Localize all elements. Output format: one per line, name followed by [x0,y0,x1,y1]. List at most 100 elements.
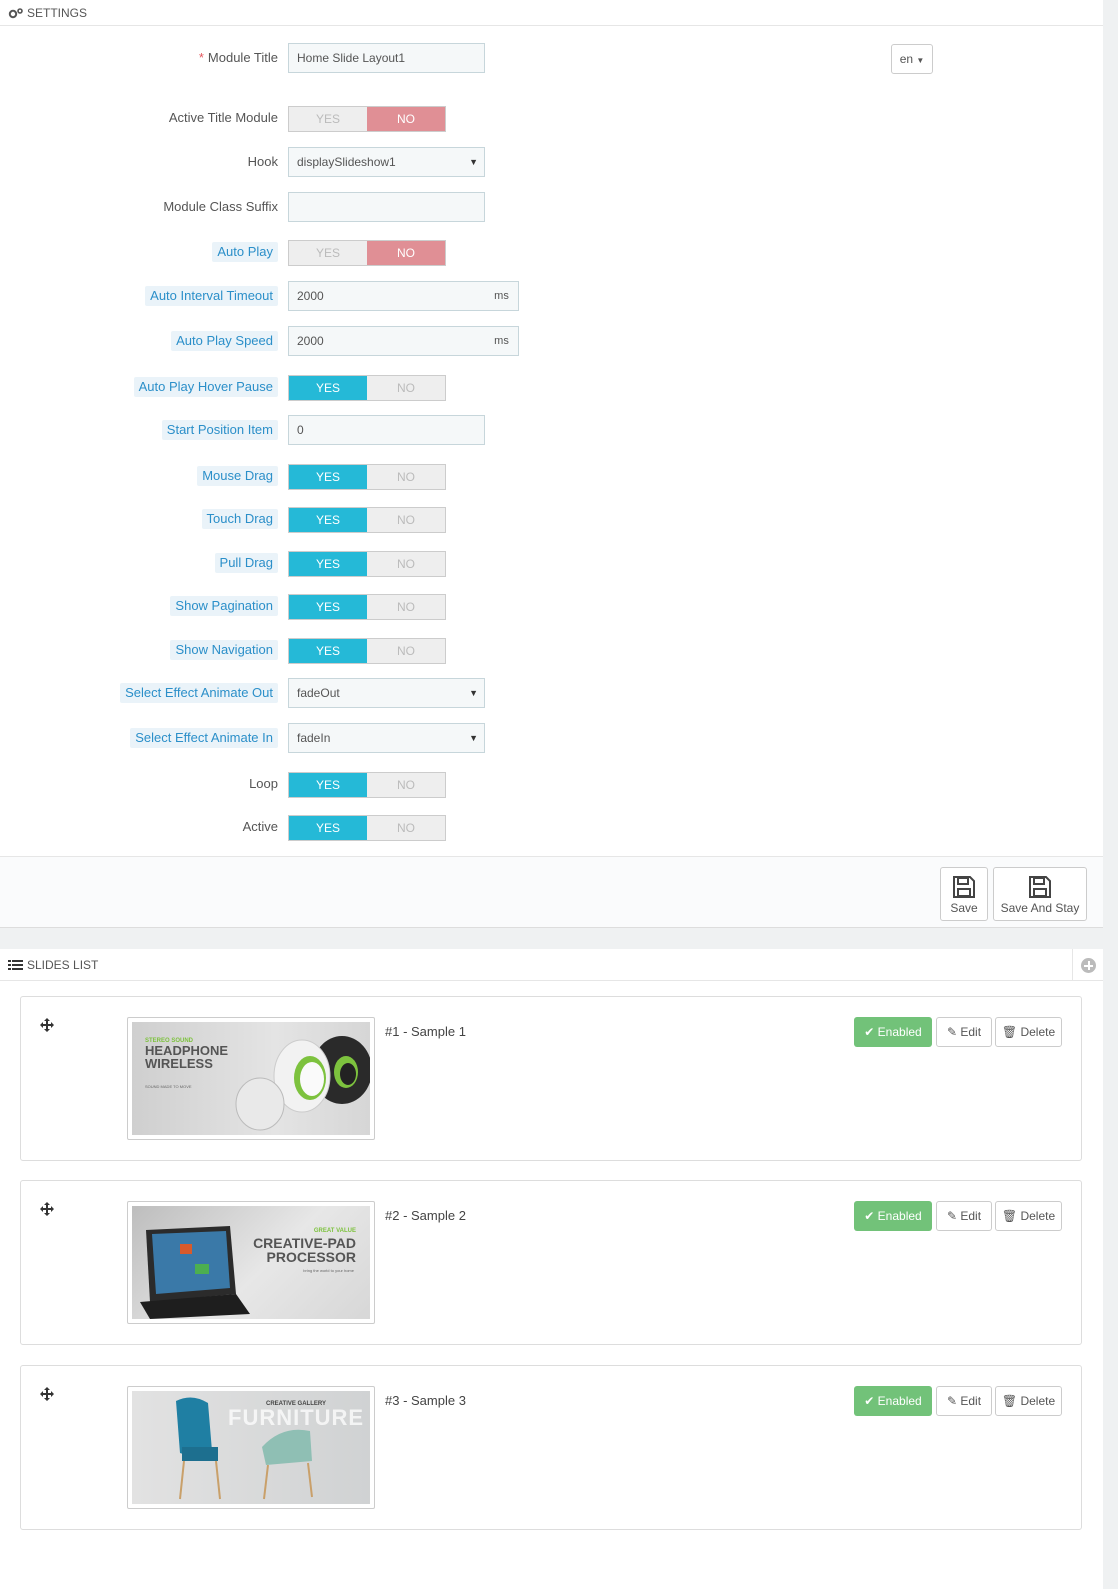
select-effect-animate-out-label: Select Effect Animate Out [120,683,278,703]
switch-no[interactable]: NO [367,773,445,797]
select-effect-animate-in-label: Select Effect Animate In [130,728,278,748]
select-effect-animate-in-select[interactable]: fadeIn ▼ [288,723,485,753]
enabled-button[interactable]: ✔ Enabled [854,1201,932,1231]
settings-heading-text: SETTINGS [27,5,88,20]
hook-label: Hook [247,154,278,169]
add-slide-icon[interactable] [1081,958,1096,973]
row-touch-drag: Touch Drag YES NO [0,503,1103,535]
row-loop: Loop YES NO [0,768,1103,800]
select-caret-icon: ▼ [469,733,478,743]
switch-yes[interactable]: YES [289,107,367,131]
auto-play-hover-pause-switch[interactable]: YES NO [288,375,446,401]
trash-icon: 🗑 [1001,1209,1018,1223]
auto-play-label: Auto Play [212,242,278,262]
start-position-item-input[interactable]: 0 [288,415,485,445]
list-icon [8,959,23,970]
switch-no[interactable]: NO [367,465,445,489]
chairs-graphic [176,1397,313,1500]
show-navigation-switch[interactable]: YES NO [288,638,446,664]
module-class-suffix-label: Module Class Suffix [163,199,278,214]
loop-switch[interactable]: YES NO [288,772,446,798]
delete-button[interactable]: 🗑 Delete [995,1201,1062,1231]
headphone-graphic [235,1036,370,1131]
move-handle-icon[interactable] [40,1202,54,1216]
slide-item: FURNITURE CREATIVE GALLERY #3 - Sample 3… [20,1365,1082,1530]
switch-no[interactable]: NO [367,552,445,576]
mouse-drag-switch[interactable]: YES NO [288,464,446,490]
row-auto-play-hover-pause: Auto Play Hover Pause YES NO [0,371,1103,403]
language-dropdown[interactable]: en ▼ [891,44,933,74]
edit-icon: ✎ [946,1025,958,1039]
switch-no[interactable]: NO [367,639,445,663]
select-caret-icon: ▼ [469,157,478,167]
ms-addon: ms [485,281,519,311]
touch-drag-switch[interactable]: YES NO [288,507,446,533]
slide-item: GREAT VALUE CREATIVE-PAD PROCESSOR bring … [20,1180,1082,1345]
enabled-button[interactable]: ✔ Enabled [854,1017,932,1047]
edit-button[interactable]: ✎ Edit [936,1386,992,1416]
save-and-stay-button[interactable]: Save And Stay [993,867,1087,921]
show-pagination-switch[interactable]: YES NO [288,594,446,620]
switch-yes[interactable]: YES [289,241,367,265]
slide-thumbnail: FURNITURE CREATIVE GALLERY [127,1386,375,1509]
switch-no[interactable]: NO [367,241,445,265]
switch-no[interactable]: NO [367,595,445,619]
switch-no[interactable]: NO [367,107,445,131]
save-and-stay-label: Save And Stay [1000,901,1080,915]
hook-select[interactable]: displaySlideshow1 ▼ [288,147,485,177]
module-class-suffix-input[interactable] [288,192,485,222]
slide-thumbnail: STEREO SOUND HEADPHONE WIRELESS SOUND MAD… [127,1017,375,1140]
switch-yes[interactable]: YES [289,465,367,489]
switch-yes[interactable]: YES [289,552,367,576]
settings-panel: SETTINGS * Module Title Home Slide Layout… [0,0,1103,928]
row-active-title-module: Active Title Module YES NO [0,102,1103,134]
delete-button[interactable]: 🗑 Delete [995,1386,1062,1416]
row-active: Active YES NO [0,811,1103,843]
floppy-disk-icon [1029,876,1051,898]
edit-button[interactable]: ✎ Edit [936,1201,992,1231]
trash-icon: 🗑 [1001,1025,1018,1039]
auto-interval-timeout-input[interactable]: 2000 [288,281,486,311]
heading-divider [1072,949,1073,981]
switch-yes[interactable]: YES [289,816,367,840]
check-icon: ✔ [864,1209,875,1223]
active-switch[interactable]: YES NO [288,815,446,841]
row-auto-play-speed: Auto Play Speed 2000 ms [0,325,1103,357]
save-label: Save [950,901,978,915]
auto-play-switch[interactable]: YES NO [288,240,446,266]
switch-yes[interactable]: YES [289,595,367,619]
move-handle-icon[interactable] [40,1018,54,1032]
select-effect-animate-out-select[interactable]: fadeOut ▼ [288,678,485,708]
auto-play-speed-input[interactable]: 2000 [288,326,486,356]
active-title-module-label: Active Title Module [168,110,278,125]
floppy-disk-icon [953,876,975,898]
switch-yes[interactable]: YES [289,508,367,532]
edit-button[interactable]: ✎ Edit [936,1017,992,1047]
switch-no[interactable]: NO [367,376,445,400]
move-handle-icon[interactable] [40,1387,54,1401]
row-auto-play: Auto Play YES NO [0,236,1103,268]
active-title-module-switch[interactable]: YES NO [288,106,446,132]
mouse-drag-label: Mouse Drag [197,466,278,486]
module-title-input[interactable]: Home Slide Layout1 [288,43,485,73]
switch-yes[interactable]: YES [289,639,367,663]
slides-list-panel: SLIDES LIST STEREO SOUND HEADPHONE WIRELE… [0,949,1103,1589]
active-label: Active [242,819,278,834]
slide-item: STEREO SOUND HEADPHONE WIRELESS SOUND MAD… [20,996,1082,1161]
row-select-effect-animate-out: Select Effect Animate Out fadeOut ▼ [0,677,1103,709]
row-show-navigation: Show Navigation YES NO [0,634,1103,666]
module-title-label: * Module Title [198,50,278,65]
row-module-class-suffix: Module Class Suffix [0,191,1103,223]
switch-yes[interactable]: YES [289,773,367,797]
switch-yes[interactable]: YES [289,376,367,400]
save-button[interactable]: Save [940,867,988,921]
switch-no[interactable]: NO [367,816,445,840]
delete-button[interactable]: 🗑 Delete [995,1017,1062,1047]
enabled-button[interactable]: ✔ Enabled [854,1386,932,1416]
slide-image: STEREO SOUND HEADPHONE WIRELESS SOUND MAD… [132,1022,370,1135]
pull-drag-switch[interactable]: YES NO [288,551,446,577]
auto-play-hover-pause-label: Auto Play Hover Pause [133,377,278,397]
slide-title: #3 - Sample 3 [385,1393,466,1408]
switch-no[interactable]: NO [367,508,445,532]
row-start-position-item: Start Position Item 0 [0,414,1103,446]
